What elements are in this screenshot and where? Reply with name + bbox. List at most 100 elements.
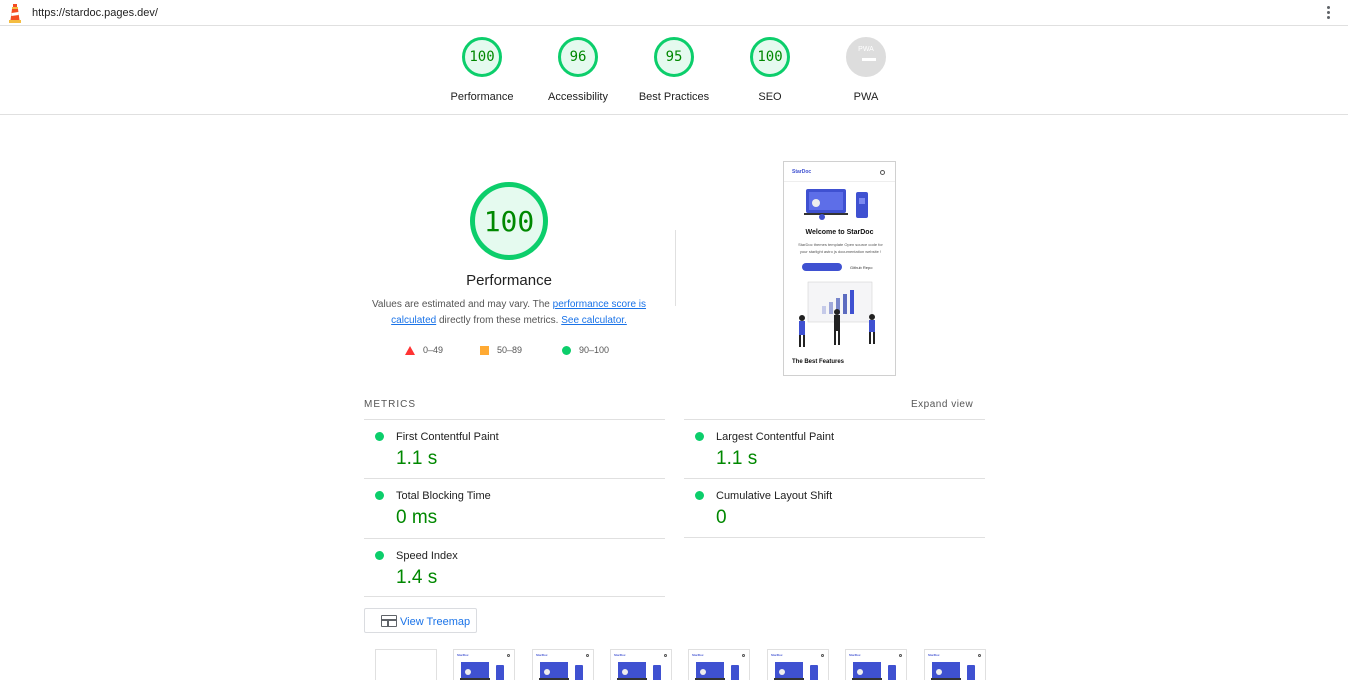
view-treemap-label: View Treemap bbox=[400, 616, 471, 628]
description-text: Values are estimated and may vary. The bbox=[371, 299, 553, 310]
hero-thumbnail-icon bbox=[931, 662, 975, 680]
filmstrip-frame: StarDoc bbox=[610, 649, 672, 680]
gauge-label: PWA bbox=[853, 91, 879, 103]
score-gauges-header: 100 Performance 96 Accessibility 95 Best… bbox=[0, 26, 1348, 115]
metric-total-blocking-time: Total Blocking Time 0 ms bbox=[364, 478, 665, 538]
legend-label: 0–49 bbox=[423, 345, 444, 355]
metric-value: 1.4 s bbox=[396, 567, 438, 588]
frame-brand: StarDoc bbox=[849, 653, 861, 657]
metric-value: 1.1 s bbox=[396, 448, 438, 469]
gauge-score: 95 bbox=[665, 49, 683, 65]
gauge-ring: 95 bbox=[654, 37, 694, 77]
lighthouse-logo-icon bbox=[9, 4, 21, 23]
frame-brand: StarDoc bbox=[928, 653, 940, 657]
treemap-icon bbox=[381, 615, 397, 627]
legend-fail: 0–49 bbox=[405, 345, 443, 355]
filmstrip-frame: StarDoc bbox=[453, 649, 515, 680]
gauge-score: 100 bbox=[469, 49, 495, 65]
pass-circle-icon bbox=[562, 345, 571, 355]
pass-circle-icon bbox=[695, 432, 704, 441]
metric-name: First Contentful Paint bbox=[396, 431, 499, 443]
page-url: https://stardoc.pages.dev/ bbox=[32, 7, 158, 19]
screenshot-features-heading: The Best Features bbox=[792, 359, 845, 365]
frame-brand: StarDoc bbox=[457, 653, 469, 657]
gauge-label: Performance bbox=[450, 91, 514, 103]
frame-brand: StarDoc bbox=[614, 653, 626, 657]
top-bar: https://stardoc.pages.dev/ bbox=[0, 0, 1348, 26]
final-screenshot: StarDoc Welcome to StarDoc StarDoc theme… bbox=[783, 161, 896, 376]
search-icon bbox=[821, 654, 824, 657]
metric-speed-index: Speed Index 1.4 s bbox=[364, 538, 665, 598]
description-text: directly from these metrics. bbox=[436, 315, 562, 326]
filmstrip-frame: StarDoc bbox=[845, 649, 907, 680]
performance-description: Values are estimated and may vary. The p… bbox=[360, 297, 658, 329]
hero-thumbnail-icon bbox=[617, 662, 661, 680]
metric-cumulative-layout-shift: Cumulative Layout Shift 0 bbox=[684, 478, 985, 538]
fail-triangle-icon bbox=[405, 345, 415, 355]
metric-value: 1.1 s bbox=[716, 448, 758, 469]
pwa-badge-icon: PWA bbox=[846, 37, 886, 77]
filmstrip-frame: StarDoc bbox=[767, 649, 829, 680]
gauge-label: SEO bbox=[758, 91, 782, 103]
performance-score: 100 bbox=[483, 204, 535, 238]
frame-brand: StarDoc bbox=[536, 653, 548, 657]
hero-thumbnail-icon bbox=[539, 662, 583, 680]
metrics-heading: METRICS bbox=[364, 399, 416, 410]
screenshot-subtitle: StarDoc themes template Open source code… bbox=[798, 242, 883, 254]
search-icon bbox=[880, 170, 885, 175]
frame-brand: StarDoc bbox=[771, 653, 783, 657]
metric-largest-contentful-paint: Largest Contentful Paint 1.1 s bbox=[684, 419, 985, 479]
metric-name: Cumulative Layout Shift bbox=[716, 490, 833, 502]
metric-value: 0 ms bbox=[396, 507, 438, 528]
legend-label: 50–89 bbox=[497, 345, 523, 355]
legend-pass: 90–100 bbox=[562, 345, 609, 355]
pass-circle-icon bbox=[375, 432, 384, 441]
average-square-icon bbox=[480, 345, 489, 355]
divider bbox=[364, 596, 665, 597]
legend-label: 90–100 bbox=[579, 345, 610, 355]
see-calculator-link[interactable]: See calculator. bbox=[561, 315, 627, 326]
pass-circle-icon bbox=[375, 551, 384, 560]
divider bbox=[675, 230, 676, 306]
gauge-best-practices[interactable]: 95 Best Practices bbox=[629, 37, 719, 103]
expand-view-toggle[interactable]: Expand view bbox=[911, 399, 973, 410]
performance-score-gauge: 100 bbox=[470, 182, 548, 260]
screenshot-header: StarDoc bbox=[784, 162, 895, 182]
screenshot-brand: StarDoc bbox=[792, 169, 812, 175]
filmstrip-frame: StarDoc bbox=[924, 649, 986, 680]
filmstrip-frame: StarDoc bbox=[532, 649, 594, 680]
divider bbox=[684, 537, 985, 538]
gauge-score: 96 bbox=[569, 49, 587, 65]
hero-thumbnail-icon bbox=[852, 662, 896, 680]
gauge-ring: 100 bbox=[750, 37, 790, 77]
frame-brand: StarDoc bbox=[692, 653, 704, 657]
hero-thumbnail-icon bbox=[774, 662, 818, 680]
search-icon bbox=[742, 654, 745, 657]
metric-name: Speed Index bbox=[396, 550, 458, 562]
performance-title: Performance bbox=[466, 272, 552, 289]
screenshot-download-button bbox=[802, 263, 842, 271]
metric-name: Total Blocking Time bbox=[396, 490, 491, 502]
screenshot-github-link: Github Repo bbox=[850, 265, 873, 270]
screenshot-heading: Welcome to StarDoc bbox=[805, 229, 874, 236]
search-icon bbox=[978, 654, 981, 657]
hero-thumbnail-icon bbox=[695, 662, 739, 680]
search-icon bbox=[586, 654, 589, 657]
search-icon bbox=[664, 654, 667, 657]
gauge-seo[interactable]: 100 SEO bbox=[725, 37, 815, 103]
more-options-icon[interactable] bbox=[1322, 5, 1334, 21]
gauge-label: Best Practices bbox=[638, 91, 710, 103]
gauge-ring: 96 bbox=[558, 37, 598, 77]
metric-value: 0 bbox=[716, 507, 727, 528]
metric-name: Largest Contentful Paint bbox=[716, 431, 835, 443]
gauge-label: Accessibility bbox=[548, 91, 608, 103]
gauge-performance[interactable]: 100 Performance bbox=[437, 37, 527, 103]
search-icon bbox=[899, 654, 902, 657]
metric-first-contentful-paint: First Contentful Paint 1.1 s bbox=[364, 419, 665, 479]
view-treemap-button[interactable]: View Treemap bbox=[364, 608, 477, 633]
filmstrip-frame-blank bbox=[375, 649, 437, 680]
gauge-ring: 100 bbox=[462, 37, 502, 77]
gauge-accessibility[interactable]: 96 Accessibility bbox=[533, 37, 623, 103]
pass-circle-icon bbox=[375, 491, 384, 500]
gauge-pwa[interactable]: PWA PWA bbox=[821, 37, 911, 103]
